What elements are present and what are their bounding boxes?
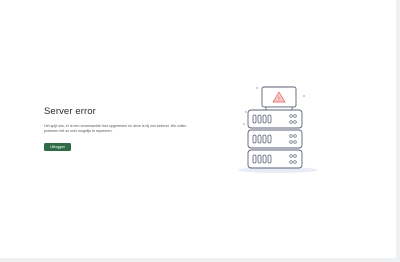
page-title: Server error	[44, 106, 96, 117]
error-message: Het spijt ons, er is een onverwachte fou…	[44, 124, 187, 134]
server-error-illustration: !	[236, 84, 322, 181]
server-stack-warning-icon: !	[238, 86, 318, 173]
error-page: Server error Het spijt ons, er is een on…	[0, 0, 396, 258]
error-content: Server error Het spijt ons, er is een on…	[44, 106, 204, 153]
logout-button[interactable]: Uitloggen	[44, 142, 72, 151]
